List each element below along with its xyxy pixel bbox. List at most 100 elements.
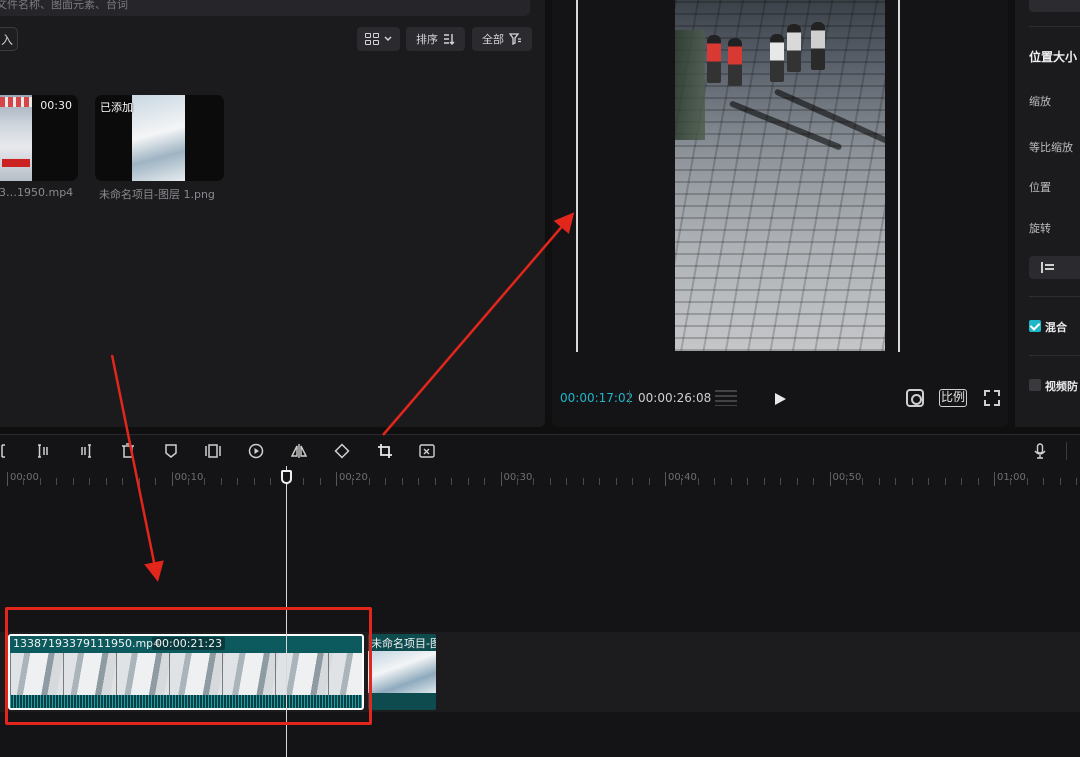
freeze-icon[interactable] xyxy=(205,443,221,459)
align-left-button[interactable] xyxy=(1029,256,1080,279)
ruler-minor-tick xyxy=(418,478,420,485)
ruler-minor-tick xyxy=(549,478,551,485)
stabilize-checkbox[interactable] xyxy=(1029,379,1041,391)
media-item-image[interactable]: 已添加 xyxy=(95,95,224,181)
ruler-minor-tick xyxy=(977,478,979,485)
ratio-button[interactable]: 比例 xyxy=(939,389,967,407)
mirror-icon[interactable] xyxy=(290,443,308,459)
ruler-minor-tick xyxy=(878,478,880,485)
view-toggle-button[interactable] xyxy=(357,27,400,51)
fullscreen-icon[interactable] xyxy=(984,390,1000,406)
ruler-minor-tick xyxy=(385,478,387,485)
ruler-major-tick xyxy=(665,472,666,486)
current-timecode: 00:00:17:02 xyxy=(560,391,634,405)
smart-cut-icon[interactable] xyxy=(419,443,435,459)
ruler-minor-tick xyxy=(862,478,864,485)
clip-thumbnails xyxy=(368,651,436,693)
ruler-minor-tick xyxy=(1026,478,1028,485)
ruler-minor-tick xyxy=(582,478,584,485)
added-badge: 已添加 xyxy=(100,101,133,114)
grid-view-icon xyxy=(365,33,379,45)
split-right-icon[interactable] xyxy=(78,443,94,459)
sort-button[interactable]: 排序 xyxy=(406,27,465,51)
ruler-minor-tick xyxy=(89,478,91,485)
ruler-minor-tick xyxy=(648,478,650,485)
ruler-minor-tick xyxy=(895,478,897,485)
ruler-minor-tick xyxy=(730,478,732,485)
ruler-minor-tick xyxy=(72,478,74,485)
ruler-minor-tick xyxy=(516,478,518,485)
rotate-icon[interactable] xyxy=(334,443,350,459)
time-ruler[interactable]: 00:0000:1000:2000:3000:4000:5001:00 xyxy=(0,466,1080,490)
ruler-minor-tick xyxy=(961,478,963,485)
zoom-preview-icon[interactable] xyxy=(906,389,924,407)
ruler-minor-tick xyxy=(319,478,321,485)
microphone-icon[interactable] xyxy=(1032,443,1048,459)
ruler-minor-tick xyxy=(187,478,189,485)
search-placeholder: 文件名称、图面元素、台词 xyxy=(0,0,128,11)
ruler-minor-tick xyxy=(56,478,58,485)
total-timecode: 00:00:26:08 xyxy=(638,391,712,405)
ruler-minor-tick xyxy=(566,478,568,485)
ruler-minor-tick xyxy=(1059,478,1061,485)
ruler-minor-tick xyxy=(401,478,403,485)
position-label: 位置 xyxy=(1029,181,1051,194)
ruler-minor-tick xyxy=(681,478,683,485)
ruler-minor-tick xyxy=(237,478,239,485)
play-icon[interactable] xyxy=(775,393,786,405)
playhead-handle[interactable] xyxy=(281,470,292,484)
filter-button[interactable]: 全部 xyxy=(472,27,532,51)
marker-icon[interactable] xyxy=(163,443,179,459)
ruler-minor-tick xyxy=(813,478,815,485)
media-search-input[interactable]: 文件名称、图面元素、台词 xyxy=(0,0,530,16)
ruler-minor-tick xyxy=(204,478,206,485)
ruler-minor-tick xyxy=(303,478,305,485)
image-thumbnail xyxy=(132,95,185,181)
ruler-minor-tick xyxy=(155,478,157,485)
blend-label: 混合 xyxy=(1045,321,1067,334)
ruler-minor-tick xyxy=(615,478,617,485)
ruler-minor-tick xyxy=(368,478,370,485)
ruler-minor-tick xyxy=(253,478,255,485)
blend-checkbox[interactable] xyxy=(1029,320,1041,332)
ruler-minor-tick xyxy=(352,478,354,485)
import-label: 入 xyxy=(1,33,14,47)
preview-video-frame[interactable] xyxy=(675,0,885,351)
ruler-minor-tick xyxy=(911,478,913,485)
split-left-icon[interactable] xyxy=(35,443,51,459)
filter-label: 全部 xyxy=(482,33,504,46)
ruler-minor-tick xyxy=(484,478,486,485)
props-tab[interactable] xyxy=(1029,0,1080,12)
media-item-video[interactable]: 00:30 xyxy=(0,95,78,181)
ruler-minor-tick xyxy=(796,478,798,485)
scale-label: 缩放 xyxy=(1029,95,1051,108)
delete-icon[interactable] xyxy=(120,443,136,459)
ruler-minor-tick xyxy=(105,478,107,485)
select-icon[interactable] xyxy=(0,443,10,459)
sort-label: 排序 xyxy=(416,33,438,46)
ruler-minor-tick xyxy=(747,478,749,485)
ruler-minor-tick xyxy=(451,478,453,485)
clip-title: 未命名项目-图 xyxy=(371,637,436,650)
ruler-minor-tick xyxy=(23,478,25,485)
player-panel: 00:00:17:02 00:00:26:08 比例 xyxy=(552,0,1008,427)
ruler-major-tick xyxy=(336,472,337,486)
ruler-minor-tick xyxy=(533,478,535,485)
waveform-list-icon[interactable] xyxy=(715,390,737,406)
import-button[interactable]: 入 xyxy=(0,27,18,51)
ruler-minor-tick xyxy=(220,478,222,485)
ruler-major-tick xyxy=(7,472,8,486)
reverse-play-icon[interactable] xyxy=(248,443,264,459)
media-item-name: 13…1950.mp4 xyxy=(0,186,74,199)
ruler-minor-tick xyxy=(763,478,765,485)
align-left-icon xyxy=(1041,262,1043,273)
sort-icon xyxy=(444,34,455,45)
ruler-minor-tick xyxy=(714,478,716,485)
image-clip[interactable]: 未命名项目-图 xyxy=(368,634,436,710)
ruler-minor-tick xyxy=(138,478,140,485)
ruler-minor-tick xyxy=(1010,478,1012,485)
ruler-minor-tick xyxy=(928,478,930,485)
ruler-minor-tick xyxy=(697,478,699,485)
crop-icon[interactable] xyxy=(377,443,393,459)
video-thumbnail xyxy=(0,95,32,181)
